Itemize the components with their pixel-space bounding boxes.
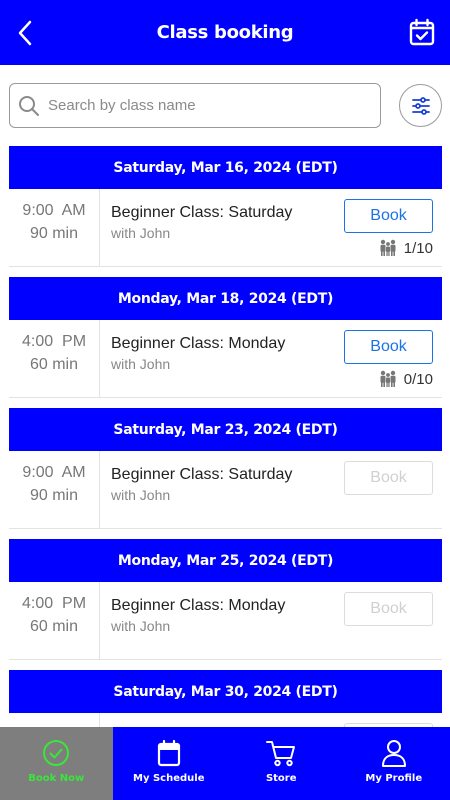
book-button[interactable]: Book [344,199,433,233]
calendar-icon [157,737,181,769]
tab-my-schedule[interactable]: My Schedule [113,727,226,800]
class-coach: with John [111,487,171,503]
class-duration: 90 min [29,487,79,504]
tab-label: My Profile [365,773,423,784]
book-button[interactable]: Book [344,330,433,364]
sliders-icon [411,96,430,115]
date-header: Saturday, Mar 23, 2024 (EDT) [9,408,442,451]
time-column: 4:00 PM 60 min [9,320,100,397]
page-title: Class booking [156,22,294,43]
tab-store[interactable]: Store [225,727,338,800]
date-header: Monday, Mar 18, 2024 (EDT) [9,277,442,320]
cart-icon [265,737,297,769]
book-button: Book [344,461,433,495]
class-row: 9:00 AM 90 min Beginner Class: Saturday wit… [9,451,442,529]
class-info: Beginner Class: Monday with John [111,595,285,636]
check-circle-icon [42,737,70,769]
time-column: 4:00 PM 60 min [9,582,100,659]
class-duration: 90 min [29,225,79,242]
class-name: Beginner Class: Monday [111,335,286,352]
tab-book-now[interactable]: Book Now [0,727,113,800]
class-list: Saturday, Mar 16, 2024 (EDT) 9:00 AM 90 mi… [9,146,442,791]
date-header: Saturday, Mar 16, 2024 (EDT) [9,146,442,189]
user-icon [381,737,407,769]
class-time: 9:00 AM [22,202,86,219]
app-header: Class booking [0,0,450,65]
class-coach: with John [111,225,171,241]
class-time: 4:00 PM [21,595,87,612]
class-time: 4:00 PM [21,333,87,350]
class-duration: 60 min [29,356,79,373]
class-row: 4:00 PM 60 min Beginner Class: Monday with … [9,320,442,398]
people-icon [380,370,396,387]
tab-my-profile[interactable]: My Profile [338,727,450,800]
calendar-button[interactable] [408,17,436,47]
class-duration: 60 min [29,618,79,635]
people-icon [380,239,396,256]
class-info: Beginner Class: Saturday with John [111,464,292,505]
search-row [0,82,450,130]
search-icon [19,95,39,116]
bottom-tab-bar: Book Now My Schedule Store My Profile [0,727,450,800]
calendar-check-icon [409,18,435,46]
class-row: 4:00 PM 60 min Beginner Class: Monday with … [9,582,442,660]
back-button[interactable] [12,18,38,48]
search-box[interactable] [9,83,381,128]
class-time: 9:00 AM [22,464,86,481]
tab-label: My Schedule [133,773,205,784]
tab-label: Store [265,773,297,784]
filter-button[interactable] [399,84,442,127]
class-name: Beginner Class: Monday [111,597,286,614]
time-column: 9:00 AM 90 min [9,189,100,266]
class-coach: with John [111,356,171,372]
capacity: 0/10 [378,370,433,388]
class-coach: with John [111,618,171,634]
capacity-count: 1/10 [403,239,433,257]
chevron-left-icon [18,20,32,46]
book-button: Book [344,592,433,626]
time-column: 9:00 AM 90 min [9,451,100,528]
tab-label: Book Now [28,773,85,784]
search-input[interactable] [48,97,348,114]
date-header: Monday, Mar 25, 2024 (EDT) [9,539,442,582]
class-name: Beginner Class: Saturday [111,204,293,221]
class-row: 9:00 AM 90 min Beginner Class: Saturday wit… [9,189,442,267]
date-header: Saturday, Mar 30, 2024 (EDT) [9,670,442,713]
class-info: Beginner Class: Monday with John [111,333,285,374]
capacity: 1/10 [378,239,433,257]
class-info: Beginner Class: Saturday with John [111,202,292,243]
class-name: Beginner Class: Saturday [111,466,293,483]
capacity-count: 0/10 [403,370,433,388]
